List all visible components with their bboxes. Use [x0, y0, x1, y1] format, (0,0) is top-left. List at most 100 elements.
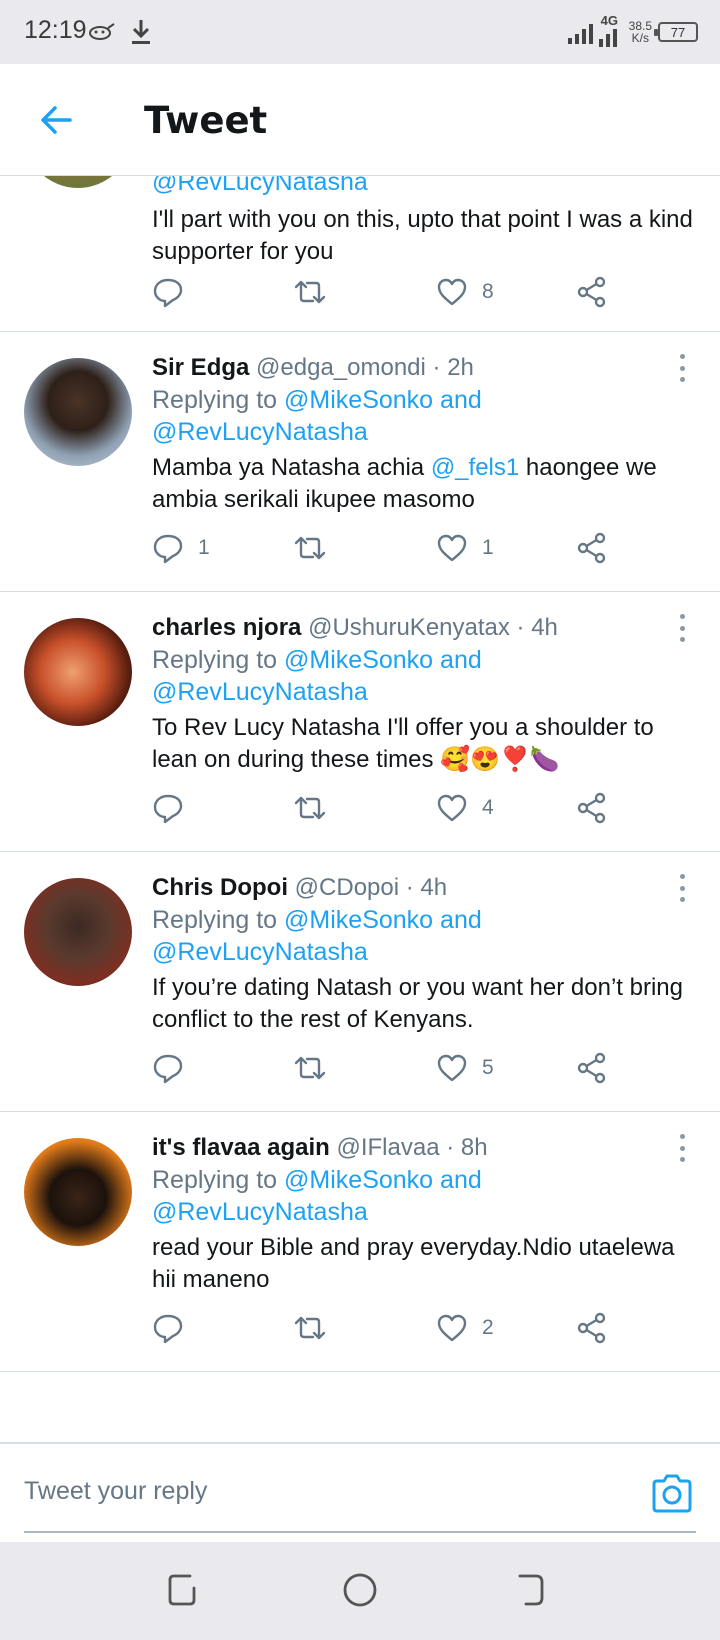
avatar[interactable] [24, 878, 132, 986]
reply-and[interactable]: and [440, 906, 482, 934]
retweet-button[interactable] [294, 272, 340, 312]
status-bar: 12:19 4G 38.5 K/s 77 [0, 0, 720, 64]
share-icon [577, 276, 606, 308]
like-button[interactable]: 1 [436, 528, 494, 568]
share-icon [577, 1052, 606, 1084]
tweet-text: To Rev Lucy Natasha I'll offer you a sho… [152, 714, 654, 773]
mention-link[interactable]: @RevLucyNatasha [152, 1198, 368, 1226]
reply-button[interactable] [152, 272, 198, 312]
mention-link[interactable]: @MikeSonko [284, 646, 433, 674]
replying-label: Replying to [152, 386, 278, 414]
like-icon [437, 794, 467, 822]
user-handle[interactable]: @CDopoi [295, 874, 399, 901]
share-button[interactable] [576, 272, 608, 312]
camera-icon[interactable] [650, 1474, 694, 1514]
display-name[interactable]: Sir Edga [152, 354, 249, 381]
mention-link[interactable]: @RevLucyNatasha [152, 176, 368, 196]
tweet-actions: 2 [152, 1308, 696, 1348]
tweet[interactable]: Sir Edga @edga_omondi · 2h Replying to @… [0, 332, 720, 592]
net-speed: 38.5 K/s [629, 20, 652, 44]
tweet-time: · 4h [405, 874, 448, 901]
reply-input[interactable] [24, 1468, 624, 1514]
page-title: Tweet [144, 99, 268, 142]
display-name[interactable]: charles njora [152, 614, 301, 641]
retweet-button[interactable] [294, 528, 340, 568]
tweet-header: charles njora @UshuruKenyatax · 4h [152, 614, 640, 642]
cat-icon [89, 23, 115, 40]
display-name[interactable]: Chris Dopoi [152, 874, 288, 901]
battery-icon: 77 [654, 22, 698, 42]
share-icon [577, 532, 606, 564]
reply-and[interactable]: and [440, 386, 482, 414]
reply-button[interactable] [152, 788, 198, 828]
reply-and[interactable]: and [440, 646, 482, 674]
tweet[interactable]: charles njora @UshuruKenyatax · 4h Reply… [0, 592, 720, 852]
recent-apps-icon[interactable] [162, 1568, 206, 1612]
avatar[interactable] [24, 358, 132, 466]
reply-button[interactable]: 1 [152, 528, 210, 568]
tweet-feed[interactable]: @RevLucyNatasha I'll part with you on th… [0, 176, 720, 1441]
user-handle[interactable]: @IFlavaa [336, 1134, 439, 1161]
mention-link[interactable]: @MikeSonko [284, 1166, 433, 1194]
retweet-button[interactable] [294, 1308, 340, 1348]
share-button[interactable] [576, 788, 608, 828]
mention-link[interactable]: @MikeSonko [284, 906, 433, 934]
user-handle[interactable]: @UshuruKenyatax [308, 614, 510, 641]
tweet-text: I'll part with you on this, upto that po… [152, 206, 693, 265]
header: Tweet [0, 64, 720, 176]
retweet-button[interactable] [294, 788, 340, 828]
arrow-left-icon[interactable] [36, 100, 76, 140]
tweet-actions: 1 1 [152, 528, 696, 568]
share-button[interactable] [576, 1048, 608, 1088]
user-handle[interactable]: @edga_omondi [256, 354, 426, 381]
avatar[interactable] [24, 618, 132, 726]
like-icon [437, 534, 467, 562]
signal-icon [567, 20, 593, 44]
share-icon [577, 1312, 606, 1344]
mention-link[interactable]: @MikeSonko [284, 386, 433, 414]
tweet-text: Mamba ya Natasha achia @_fels1 haongee w… [152, 452, 696, 516]
like-button[interactable]: 5 [436, 1048, 494, 1088]
reply-bar [0, 1442, 720, 1542]
like-icon [437, 1054, 467, 1082]
replying-to: Replying to @MikeSonko and @RevLucyNatas… [152, 904, 696, 968]
tweet[interactable]: it's flavaa again @IFlavaa · 8h Replying… [0, 1112, 720, 1372]
more-options-icon[interactable] [668, 872, 696, 904]
tweet-time: · 2h [432, 354, 474, 381]
retweet-button[interactable] [294, 1048, 340, 1088]
tweet-time: · 8h [446, 1134, 488, 1161]
more-options-icon[interactable] [668, 612, 696, 644]
tweet[interactable]: @RevLucyNatasha I'll part with you on th… [0, 176, 720, 332]
retweet-icon [294, 536, 326, 560]
like-icon [437, 1314, 467, 1342]
home-icon[interactable] [338, 1568, 382, 1612]
display-name[interactable]: it's flavaa again [152, 1134, 330, 1161]
like-button[interactable]: 8 [436, 272, 494, 312]
tweet-actions: 4 [152, 788, 696, 828]
share-button[interactable] [576, 528, 608, 568]
avatar[interactable] [24, 176, 132, 188]
share-button[interactable] [576, 1308, 608, 1348]
reply-icon [153, 534, 183, 564]
tweet-text: If you’re dating Natash or you want her … [152, 974, 683, 1033]
more-options-icon[interactable] [668, 1132, 696, 1164]
reply-and[interactable]: and [440, 1166, 482, 1194]
like-button[interactable]: 2 [436, 1308, 494, 1348]
tweet-header: Sir Edga @edga_omondi · 2h [152, 354, 640, 382]
reply-button[interactable] [152, 1308, 198, 1348]
reply-mention-line[interactable]: @RevLucyNatasha [152, 176, 696, 198]
mention-link[interactable]: @RevLucyNatasha [152, 938, 368, 966]
avatar[interactable] [24, 1138, 132, 1246]
reply-icon [153, 278, 183, 308]
more-options-icon[interactable] [668, 352, 696, 384]
like-count: 2 [482, 1316, 494, 1339]
mention-link[interactable]: @RevLucyNatasha [152, 678, 368, 706]
back-icon[interactable] [510, 1568, 554, 1612]
like-button[interactable]: 4 [436, 788, 494, 828]
tweet[interactable]: Chris Dopoi @CDopoi · 4h Replying to @Mi… [0, 852, 720, 1112]
reply-button[interactable] [152, 1048, 198, 1088]
tweet-header: it's flavaa again @IFlavaa · 8h [152, 1134, 640, 1162]
mention-link[interactable]: @RevLucyNatasha [152, 418, 368, 446]
reply-count: 1 [198, 536, 210, 559]
mention-link[interactable]: @_fels1 [431, 454, 519, 481]
